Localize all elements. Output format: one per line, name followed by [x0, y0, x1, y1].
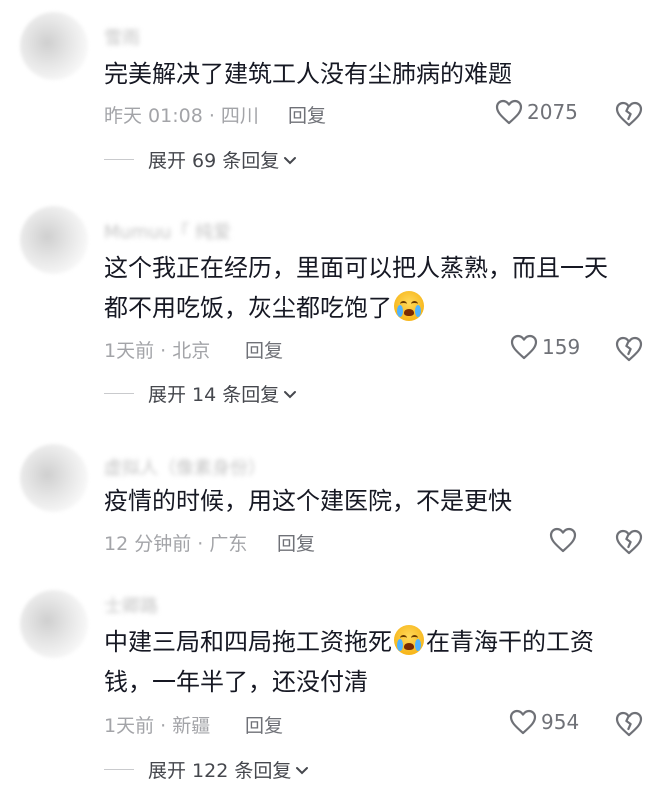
- like-count: 2075: [527, 100, 578, 124]
- heart-icon: [549, 527, 577, 553]
- broken-heart-icon: [614, 335, 644, 363]
- heart-icon: [509, 709, 537, 735]
- expand-replies-label: 展开 14 条回复: [148, 384, 280, 406]
- divider-line: [104, 393, 134, 394]
- like-count: 954: [541, 710, 580, 734]
- avatar[interactable]: [20, 12, 88, 80]
- comment-text: 这个我正在经历，里面可以把人蒸熟，而且一天都不用吃饭，灰尘都吃饱了: [104, 248, 631, 328]
- reply-button[interactable]: 回复: [245, 711, 283, 738]
- broken-heart-icon: [614, 710, 644, 738]
- divider-line: [104, 769, 134, 770]
- comment-text: 疫情的时候，用这个建医院，不是更快: [104, 487, 512, 515]
- expand-replies-button[interactable]: 展开 14 条回复: [104, 380, 297, 407]
- crying-face-emoji: [394, 291, 424, 321]
- reply-button[interactable]: 回复: [277, 529, 315, 556]
- chevron-down-icon: [295, 759, 309, 781]
- comment-username[interactable]: 士卿路: [104, 592, 158, 618]
- reply-button[interactable]: 回复: [288, 101, 326, 128]
- reply-button[interactable]: 回复: [245, 336, 283, 363]
- avatar[interactable]: [20, 206, 88, 274]
- comment-time-location: 昨天 01:08 · 四川: [104, 105, 259, 127]
- comment-text-before: 中建三局和四局拖工资拖死: [104, 628, 392, 656]
- comment-username[interactable]: 雪雨: [104, 24, 140, 50]
- broken-heart-icon: [614, 528, 644, 556]
- comment-time-location: 12 分钟前 · 广东: [104, 533, 248, 555]
- divider-line: [104, 159, 134, 160]
- like-button[interactable]: [549, 527, 581, 553]
- comment-text: 中建三局和四局拖工资拖死 在青海干的工资钱，一年半了，还没付清: [104, 622, 631, 702]
- comment-time-location: 1天前 · 北京: [104, 340, 211, 362]
- dislike-button[interactable]: [614, 335, 644, 363]
- comment-username[interactable]: 虚拟人（像素身份）: [104, 454, 266, 480]
- comment-text-content: 这个我正在经历，里面可以把人蒸熟，而且一天都不用吃饭，灰尘都吃饱了: [104, 254, 608, 322]
- chevron-down-icon: [283, 383, 297, 405]
- comment-time-location: 1天前 · 新疆: [104, 715, 211, 737]
- comment-text: 完美解决了建筑工人没有尘肺病的难题: [104, 60, 512, 88]
- expand-replies-button[interactable]: 展开 122 条回复: [104, 756, 309, 783]
- dislike-button[interactable]: [614, 710, 644, 738]
- avatar[interactable]: [20, 444, 88, 512]
- like-button[interactable]: 159: [510, 334, 580, 360]
- expand-replies-label: 展开 69 条回复: [148, 150, 280, 172]
- expand-replies-label: 展开 122 条回复: [148, 760, 292, 782]
- avatar[interactable]: [20, 590, 88, 658]
- dislike-button[interactable]: [614, 100, 644, 128]
- expand-replies-button[interactable]: 展开 69 条回复: [104, 146, 297, 173]
- dislike-button[interactable]: [614, 528, 644, 556]
- loudly-crying-face-emoji: [394, 625, 424, 655]
- comment-username[interactable]: Mumuu「 纯爱: [104, 218, 231, 244]
- heart-icon: [510, 334, 538, 360]
- chevron-down-icon: [283, 149, 297, 171]
- broken-heart-icon: [614, 100, 644, 128]
- like-count: 159: [542, 335, 581, 359]
- like-button[interactable]: 954: [509, 709, 579, 735]
- heart-icon: [495, 99, 523, 125]
- like-button[interactable]: 2075: [495, 99, 578, 125]
